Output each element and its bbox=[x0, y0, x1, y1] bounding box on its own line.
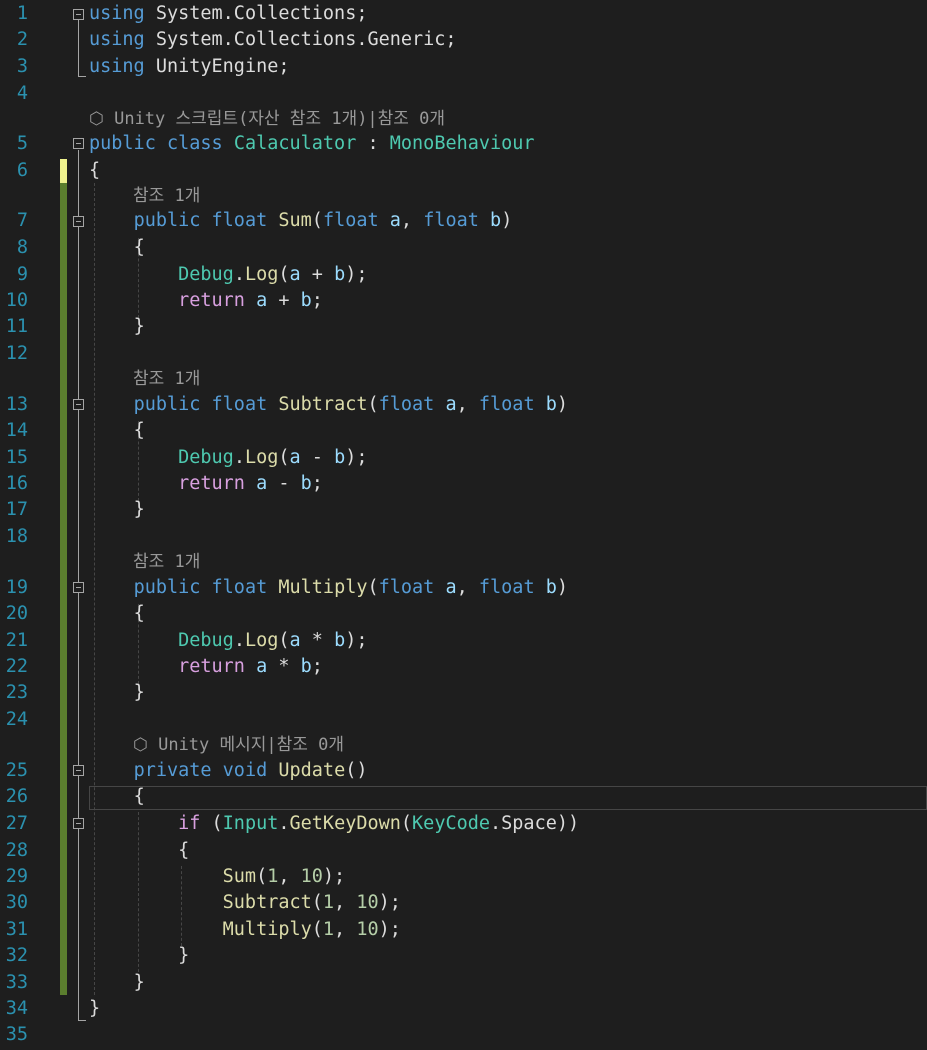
collapse-toggle[interactable] bbox=[73, 138, 84, 149]
outline-line bbox=[78, 410, 79, 518]
line-number: 10 bbox=[5, 290, 28, 311]
codelens-subtract[interactable]: 참조 1개 bbox=[133, 368, 200, 390]
line-number: 5 bbox=[16, 133, 28, 154]
line-number: 7 bbox=[16, 210, 28, 231]
codelens-multiply[interactable]: 참조 1개 bbox=[133, 551, 200, 573]
code-line[interactable]: public float Multiply(float a, float b) bbox=[89, 575, 927, 601]
outline-line bbox=[78, 76, 86, 77]
collapse-toggle[interactable] bbox=[73, 582, 84, 593]
code-line[interactable]: if (Input.GetKeyDown(KeyCode.Space)) bbox=[89, 811, 927, 837]
line-number: 11 bbox=[5, 316, 28, 337]
code-line[interactable]: Debug.Log(a - b); bbox=[89, 445, 927, 471]
codelens-class[interactable]: ⬡ Unity 스크립트(자산 참조 1개)|참조 0개 bbox=[89, 108, 445, 130]
line-number: 18 bbox=[5, 526, 28, 547]
line-number: 30 bbox=[5, 892, 28, 913]
line-number: 26 bbox=[5, 786, 28, 807]
line-number: 6 bbox=[16, 160, 28, 181]
code-line[interactable]: return a * b; bbox=[89, 654, 927, 680]
code-line[interactable]: { bbox=[89, 418, 927, 444]
outline-line bbox=[78, 1020, 86, 1021]
code-line[interactable]: { bbox=[89, 235, 927, 261]
line-number: 20 bbox=[5, 603, 28, 624]
line-number: 8 bbox=[16, 237, 28, 258]
code-line[interactable]: return a + b; bbox=[89, 288, 927, 314]
saved-change-bar bbox=[60, 183, 67, 995]
collapse-toggle[interactable] bbox=[73, 216, 84, 227]
line-number: 13 bbox=[5, 394, 28, 415]
collapse-toggle[interactable] bbox=[73, 399, 84, 410]
codelens-update[interactable]: ⬡ Unity 메시지|참조 0개 bbox=[133, 734, 344, 756]
code-line[interactable]: } bbox=[89, 996, 927, 1022]
code-line[interactable]: } bbox=[89, 497, 927, 523]
line-number: 28 bbox=[5, 840, 28, 861]
code-line[interactable]: { bbox=[89, 158, 927, 184]
code-line[interactable]: Debug.Log(a + b); bbox=[89, 262, 927, 288]
line-number: 4 bbox=[16, 83, 28, 104]
outline-line bbox=[78, 20, 79, 76]
line-number: 15 bbox=[5, 447, 28, 468]
code-line[interactable]: Multiply(1, 10); bbox=[89, 917, 927, 943]
line-number: 24 bbox=[5, 709, 28, 730]
line-number: 2 bbox=[16, 29, 28, 50]
code-line[interactable]: Debug.Log(a * b); bbox=[89, 628, 927, 654]
code-line[interactable]: using UnityEngine; bbox=[89, 54, 927, 80]
line-number: 33 bbox=[5, 972, 28, 993]
unsaved-change-marker bbox=[60, 159, 67, 183]
line-number: 32 bbox=[5, 945, 28, 966]
code-line[interactable]: public class Calaculator : MonoBehaviour bbox=[89, 131, 927, 157]
line-number: 17 bbox=[5, 499, 28, 520]
code-line[interactable]: } bbox=[89, 970, 927, 996]
line-number: 3 bbox=[16, 56, 28, 77]
line-number: 22 bbox=[5, 656, 28, 677]
code-line[interactable]: } bbox=[89, 680, 927, 706]
code-line[interactable]: using System.Collections; bbox=[89, 1, 927, 27]
line-number: 25 bbox=[5, 760, 28, 781]
collapse-toggle[interactable] bbox=[73, 765, 84, 776]
outline-line bbox=[78, 226, 79, 334]
code-line[interactable]: Sum(1, 10); bbox=[89, 864, 927, 890]
collapse-toggle[interactable] bbox=[73, 818, 84, 829]
collapse-toggle[interactable] bbox=[73, 9, 84, 20]
line-number: 29 bbox=[5, 866, 28, 887]
code-line[interactable]: public float Sum(float a, float b) bbox=[89, 208, 927, 234]
line-number: 31 bbox=[5, 919, 28, 940]
line-number: 34 bbox=[5, 998, 28, 1019]
line-number: 9 bbox=[16, 264, 28, 285]
line-number: 27 bbox=[5, 813, 28, 834]
code-line[interactable]: using System.Collections.Generic; bbox=[89, 27, 927, 53]
codelens-sum[interactable]: 참조 1개 bbox=[133, 185, 200, 207]
line-number: 21 bbox=[5, 630, 28, 651]
line-number: 14 bbox=[5, 420, 28, 441]
code-line[interactable]: { bbox=[89, 601, 927, 627]
code-line[interactable]: } bbox=[89, 943, 927, 969]
code-line[interactable]: } bbox=[89, 314, 927, 340]
line-number: 16 bbox=[5, 473, 28, 494]
line-number: 1 bbox=[16, 3, 28, 24]
outline-line bbox=[78, 776, 79, 990]
unity-cube-icon: ⬡ bbox=[89, 109, 104, 129]
code-line[interactable]: { bbox=[89, 784, 927, 810]
code-line[interactable]: { bbox=[89, 838, 927, 864]
code-line[interactable]: public float Subtract(float a, float b) bbox=[89, 392, 927, 418]
line-number: 35 bbox=[5, 1024, 28, 1045]
code-line[interactable]: Subtract(1, 10); bbox=[89, 890, 927, 916]
code-line[interactable]: private void Update() bbox=[89, 758, 927, 784]
unity-cube-icon: ⬡ bbox=[133, 735, 148, 755]
line-number: 19 bbox=[5, 577, 28, 598]
outline-line bbox=[78, 593, 79, 701]
line-number: 23 bbox=[5, 682, 28, 703]
line-number: 12 bbox=[5, 343, 28, 364]
code-line[interactable]: return a - b; bbox=[89, 471, 927, 497]
